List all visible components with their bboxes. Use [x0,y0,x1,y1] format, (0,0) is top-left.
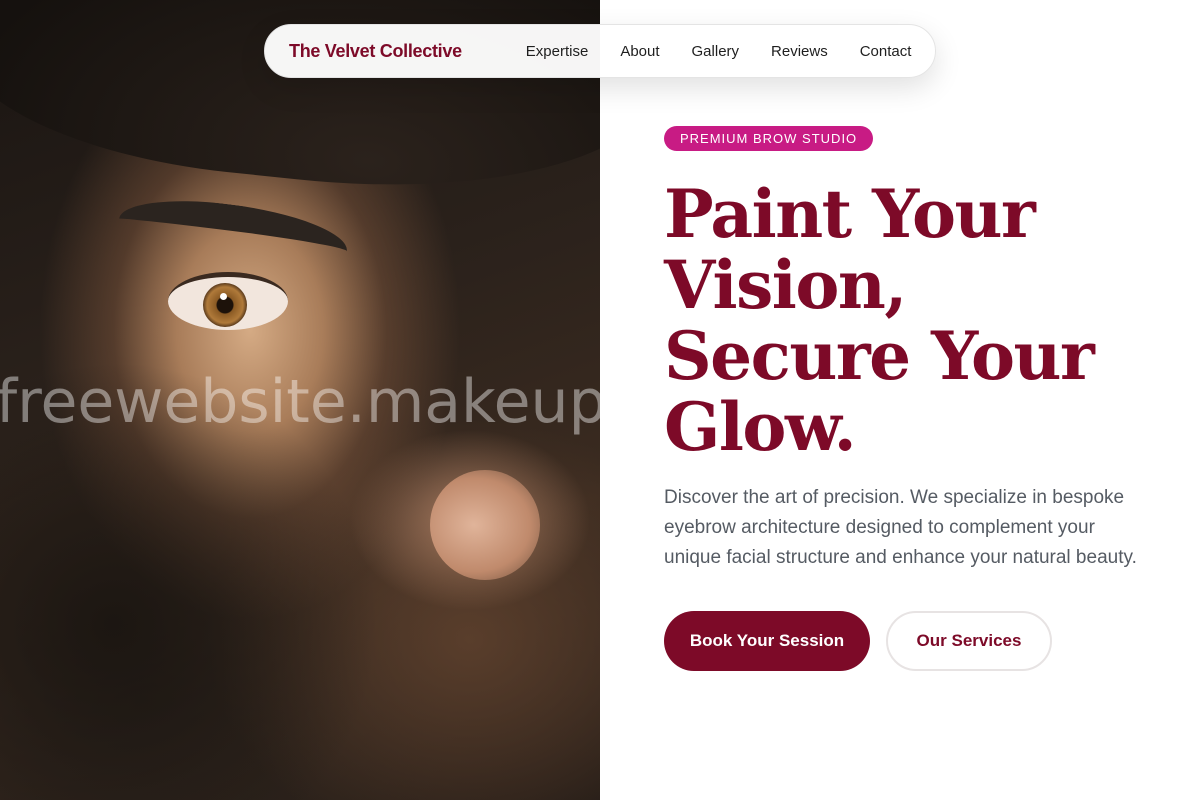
hero-photo: freewebsite.makeup [0,0,600,800]
top-navigation: The Velvet Collective Expertise About Ga… [264,24,936,78]
hero-badge: PREMIUM BROW STUDIO [664,126,874,151]
hero-description: Discover the art of precision. We specia… [664,487,1137,568]
eye-glint [220,293,227,300]
nav-link-expertise[interactable]: Expertise [526,43,589,60]
iris [203,283,247,327]
brand-logo[interactable]: The Velvet Collective [289,41,462,62]
headline-line-4: Glow. [664,388,857,466]
book-session-button[interactable]: Book Your Session [664,611,870,671]
nav-links: Expertise About Gallery Reviews Contact [526,43,912,60]
hero-headline: Paint Your Vision, Secure Your Glow. [664,179,1164,463]
eye [168,272,288,330]
headline-line-1: Paint Your [664,175,1036,253]
nav-link-reviews[interactable]: Reviews [771,43,828,60]
watermark-text: freewebsite.makeup [0,367,600,437]
ear [430,470,540,580]
our-services-button[interactable]: Our Services [886,611,1052,671]
hero-buttons: Book Your Session Our Services [664,611,1164,671]
headline-line-3: Secure Your [664,317,1095,395]
nav-link-gallery[interactable]: Gallery [692,43,740,60]
headline-line-2: Vision, [664,246,907,324]
hero-section: PREMIUM BROW STUDIO Paint Your Vision, S… [664,126,1164,671]
nav-link-about[interactable]: About [620,43,659,60]
nav-link-contact[interactable]: Contact [860,43,912,60]
eyebrow [115,191,351,279]
